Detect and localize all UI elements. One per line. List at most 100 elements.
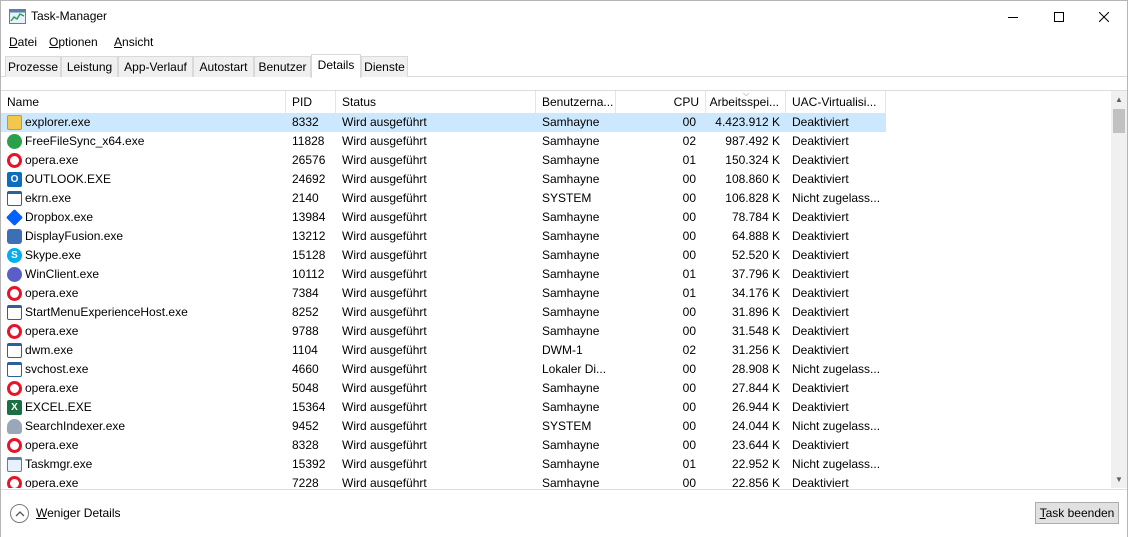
cell-memory: 106.828 K bbox=[725, 191, 780, 205]
menu-ansicht[interactable]: Ansicht bbox=[114, 35, 153, 49]
cell-uac: Deaktiviert bbox=[792, 324, 849, 338]
table-row[interactable]: WinClient.exe 10112 Wird ausgeführt Samhayn… bbox=[1, 265, 886, 284]
cell-pid: 15392 bbox=[292, 457, 326, 471]
table-row[interactable]: explorer.exe 8332 Wird ausgeführt Samhayne 0… bbox=[1, 113, 886, 132]
cell-pid: 13984 bbox=[292, 210, 326, 224]
cell-cpu: 00 bbox=[682, 381, 696, 395]
opera-icon bbox=[7, 438, 22, 453]
cell-status: Wird ausgeführt bbox=[342, 305, 427, 319]
footer-bar: Weniger Details Task beenden bbox=[1, 489, 1127, 537]
table-row[interactable]: opera.exe 5048 Wird ausgeführt Samhayne 00 27… bbox=[1, 379, 886, 398]
table-row[interactable]: svchost.exe 4660 Wird ausgeführt Lokaler Di… bbox=[1, 360, 886, 379]
sort-descending-icon: ⌵ bbox=[743, 89, 750, 98]
cell-cpu: 00 bbox=[682, 229, 696, 243]
cell-cpu: 00 bbox=[682, 172, 696, 186]
cell-status: Wird ausgeführt bbox=[342, 248, 427, 262]
cell-memory: 108.860 K bbox=[725, 172, 780, 186]
scrollbar-thumb[interactable] bbox=[1113, 109, 1125, 133]
column-header-name[interactable]: Name bbox=[1, 91, 286, 113]
cell-cpu: 02 bbox=[682, 343, 696, 357]
title-bar[interactable]: Task-Manager bbox=[1, 1, 1127, 32]
cell-status: Wird ausgeführt bbox=[342, 115, 427, 129]
maximize-button[interactable] bbox=[1036, 1, 1082, 32]
cell-memory: 31.256 K bbox=[731, 343, 780, 357]
cell-cpu: 00 bbox=[682, 191, 696, 205]
scroll-up-arrow-icon[interactable]: ▲ bbox=[1111, 91, 1127, 108]
cell-cpu: 00 bbox=[682, 400, 696, 414]
cell-user: DWM-1 bbox=[542, 343, 583, 357]
table-row[interactable]: O OUTLOOK.EXE 24692 Wird ausgeführt Samhayne… bbox=[1, 170, 886, 189]
column-header-cpu[interactable]: CPU bbox=[616, 91, 706, 113]
table-row[interactable]: dwm.exe 1104 Wird ausgeführt DWM-1 02 31.256 … bbox=[1, 341, 886, 360]
vertical-scrollbar[interactable]: ▲ ▼ bbox=[1111, 91, 1127, 488]
generic-window-icon bbox=[7, 305, 22, 320]
cell-memory: 28.908 K bbox=[731, 362, 780, 376]
table-row[interactable]: opera.exe 8328 Wird ausgeführt Samhayne 00 23… bbox=[1, 436, 886, 455]
tab-benutzer[interactable]: Benutzer bbox=[254, 56, 311, 77]
table-row[interactable]: StartMenuExperienceHost.exe 8252 Wird ausg… bbox=[1, 303, 886, 322]
cell-uac: Deaktiviert bbox=[792, 134, 849, 148]
table-row[interactable]: Taskmgr.exe 15392 Wird ausgeführt Samhayne 0… bbox=[1, 455, 886, 474]
column-header-uac[interactable]: UAC-Virtualisi... bbox=[786, 91, 886, 113]
cell-status: Wird ausgeführt bbox=[342, 438, 427, 452]
cell-memory: 22.952 K bbox=[731, 457, 780, 471]
process-rows: explorer.exe 8332 Wird ausgeführt Samhayne 0… bbox=[1, 113, 1111, 488]
end-task-button[interactable]: Task beenden bbox=[1035, 502, 1119, 524]
cell-memory: 31.896 K bbox=[731, 305, 780, 319]
menu-datei[interactable]: Datei bbox=[9, 35, 37, 49]
table-row[interactable]: opera.exe 9788 Wird ausgeführt Samhayne 00 31… bbox=[1, 322, 886, 341]
cell-cpu: 00 bbox=[682, 305, 696, 319]
cell-pid: 5048 bbox=[292, 381, 319, 395]
tab-dienste[interactable]: Dienste bbox=[361, 56, 408, 77]
cell-pid: 8328 bbox=[292, 438, 319, 452]
table-row[interactable]: FreeFileSync_x64.exe 11828 Wird ausgeführt… bbox=[1, 132, 886, 151]
table-row[interactable]: SearchIndexer.exe 9452 Wird ausgeführt SYST… bbox=[1, 417, 886, 436]
cell-pid: 8252 bbox=[292, 305, 319, 319]
column-header-user[interactable]: Benutzerna... bbox=[536, 91, 616, 113]
cell-uac: Deaktiviert bbox=[792, 267, 849, 281]
cell-user: Samhayne bbox=[542, 229, 600, 243]
chevron-up-circle-icon[interactable] bbox=[10, 504, 29, 523]
table-row[interactable]: X EXCEL.EXE 15364 Wird ausgeführt Samhayne 00… bbox=[1, 398, 886, 417]
cell-name: WinClient.exe bbox=[25, 267, 100, 281]
cell-user: Samhayne bbox=[542, 134, 600, 148]
cell-cpu: 00 bbox=[682, 419, 696, 433]
cell-pid: 2140 bbox=[292, 191, 319, 205]
cell-uac: Deaktiviert bbox=[792, 248, 849, 262]
cell-name: opera.exe bbox=[25, 286, 79, 300]
cell-user: Samhayne bbox=[542, 457, 600, 471]
tab-prozesse[interactable]: Prozesse bbox=[5, 56, 61, 77]
cell-uac: Deaktiviert bbox=[792, 115, 849, 129]
cell-user: Samhayne bbox=[542, 324, 600, 338]
table-row[interactable]: S Skype.exe 15128 Wird ausgeführt Samhayne 00… bbox=[1, 246, 886, 265]
table-row[interactable]: opera.exe 26576 Wird ausgeführt Samhayne 01 1… bbox=[1, 151, 886, 170]
outlook-icon: O bbox=[7, 172, 22, 187]
skype-icon: S bbox=[7, 248, 22, 263]
table-row[interactable]: opera.exe 7384 Wird ausgeführt Samhayne 01 34… bbox=[1, 284, 886, 303]
table-row[interactable]: ekrn.exe 2140 Wird ausgeführt SYSTEM 00 106.8… bbox=[1, 189, 886, 208]
cell-memory: 4.423.912 K bbox=[715, 115, 780, 129]
tab-autostart[interactable]: Autostart bbox=[193, 56, 254, 77]
tab-bar: Prozesse Leistung App-Verlauf Autostart … bbox=[1, 54, 1127, 78]
minimize-button[interactable] bbox=[990, 1, 1036, 32]
menu-optionen[interactable]: Optionen bbox=[49, 35, 98, 49]
cell-name: SearchIndexer.exe bbox=[25, 419, 126, 433]
tab-leistung[interactable]: Leistung bbox=[61, 56, 118, 77]
cell-status: Wird ausgeführt bbox=[342, 191, 427, 205]
cell-status: Wird ausgeführt bbox=[342, 400, 427, 414]
column-header-pid[interactable]: PID bbox=[286, 91, 336, 113]
table-row[interactable]: DisplayFusion.exe 13212 Wird ausgeführt Sam… bbox=[1, 227, 886, 246]
fewer-details-link[interactable]: Weniger Details bbox=[36, 506, 120, 520]
tab-details[interactable]: Details bbox=[311, 54, 361, 78]
table-row[interactable]: Dropbox.exe 13984 Wird ausgeführt Samhayne 0… bbox=[1, 208, 886, 227]
cell-uac: Deaktiviert bbox=[792, 476, 849, 488]
cell-name: opera.exe bbox=[25, 153, 79, 167]
cell-uac: Deaktiviert bbox=[792, 381, 849, 395]
column-header-status[interactable]: Status bbox=[336, 91, 536, 113]
scroll-down-arrow-icon[interactable]: ▼ bbox=[1111, 471, 1127, 488]
close-button[interactable] bbox=[1081, 1, 1127, 32]
tab-app-verlauf[interactable]: App-Verlauf bbox=[118, 56, 193, 77]
cell-name: svchost.exe bbox=[25, 362, 89, 376]
opera-icon bbox=[7, 324, 22, 339]
table-row[interactable]: opera.exe 7228 Wird ausgeführt Samhayne 00 22… bbox=[1, 474, 886, 488]
